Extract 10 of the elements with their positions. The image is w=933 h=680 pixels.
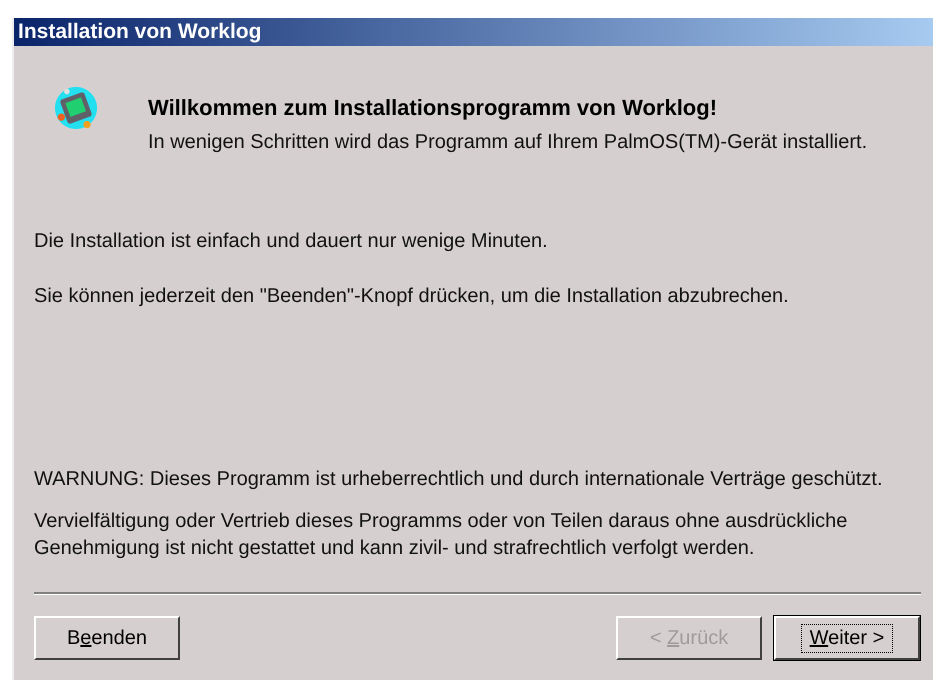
wizard-button[interactable]: Weiter > [774, 616, 920, 660]
window-title: Installation von Worklog [14, 18, 933, 46]
intro-text: Sie können jederzeit den "Beenden"-Knopf drücken, um die Installation abzubrechen. [34, 284, 790, 309]
warning-text: Vervielfältigung oder Vertrieb dieses Programms oder von Teilen daraus ohne ausdrückliche Genehmigung ist nicht gestattet und kann zivil- und strafrechtlich verfolgt werden. [34, 509, 848, 561]
intro-text: Die Installation ist einfach und dauert nur wenige Minuten. [34, 229, 549, 254]
welcome-heading: Willkommen zum Installationsprogramm von Worklog! [148, 94, 718, 121]
warning-text: WARNUNG: Dieses Programm ist urheberrechtlich und durch internationale Verträge geschützt. [34, 467, 884, 492]
wizard-button[interactable]: Beenden [34, 616, 180, 660]
welcome-subtitle: In wenigen Schritten wird das Programm auf Ihrem PalmOS(TM)-Gerät installiert. [148, 130, 868, 155]
handheld-icon [54, 86, 98, 130]
